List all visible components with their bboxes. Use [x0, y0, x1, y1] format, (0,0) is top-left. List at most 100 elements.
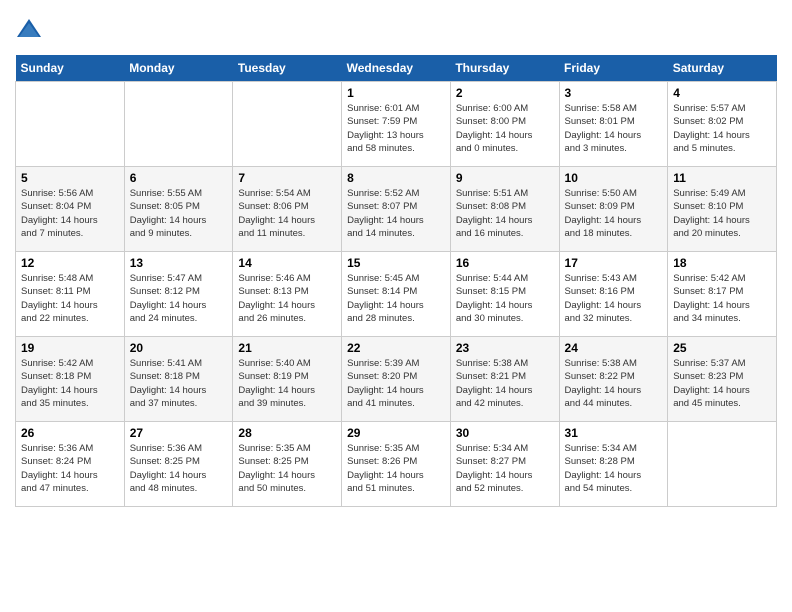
day-number: 26 — [21, 426, 119, 440]
day-number: 19 — [21, 341, 119, 355]
calendar-cell: 9 Sunrise: 5:51 AMSunset: 8:08 PMDaylight… — [450, 167, 559, 252]
day-number: 20 — [130, 341, 228, 355]
calendar-cell — [233, 82, 342, 167]
day-number: 8 — [347, 171, 445, 185]
calendar-cell: 13 Sunrise: 5:47 AMSunset: 8:12 PMDayligh… — [124, 252, 233, 337]
calendar-cell: 22Sunrise: 5:39 AMSunset: 8:20 PMDayligh… — [342, 337, 451, 422]
week-row-4: 19 Sunrise: 5:42 AMSunset: 8:18 PMDayligh… — [16, 337, 777, 422]
day-number: 28 — [238, 426, 336, 440]
day-number: 11 — [673, 171, 771, 185]
day-number: 6 — [130, 171, 228, 185]
calendar-cell: 30Sunrise: 5:34 AMSunset: 8:27 PMDayligh… — [450, 422, 559, 507]
day-number: 12 — [21, 256, 119, 270]
calendar-cell: 2 Sunrise: 6:00 AMSunset: 8:00 PMDaylight… — [450, 82, 559, 167]
calendar-cell: 14 Sunrise: 5:46 AMSunset: 8:13 PMDayligh… — [233, 252, 342, 337]
day-info: Sunrise: 5:35 AMSunset: 8:25 PMDaylight:… — [238, 442, 336, 495]
day-number: 5 — [21, 171, 119, 185]
day-info: Sunrise: 5:54 AMSunset: 8:06 PMDaylight:… — [238, 187, 336, 240]
calendar-cell: 27 Sunrise: 5:36 AMSunset: 8:25 PMDayligh… — [124, 422, 233, 507]
day-number: 4 — [673, 86, 771, 100]
day-info: Sunrise: 5:42 AMSunset: 8:18 PMDaylight:… — [21, 357, 119, 410]
day-number: 16 — [456, 256, 554, 270]
weekday-header-thursday: Thursday — [450, 55, 559, 82]
calendar-cell: 29 Sunrise: 5:35 AMSunset: 8:26 PMDayligh… — [342, 422, 451, 507]
week-row-5: 26 Sunrise: 5:36 AMSunset: 8:24 PMDayligh… — [16, 422, 777, 507]
day-number: 13 — [130, 256, 228, 270]
day-info: Sunrise: 5:36 AMSunset: 8:25 PMDaylight:… — [130, 442, 228, 495]
calendar-cell: 28 Sunrise: 5:35 AMSunset: 8:25 PMDayligh… — [233, 422, 342, 507]
day-info: Sunrise: 5:52 AMSunset: 8:07 PMDaylight:… — [347, 187, 445, 240]
calendar-cell: 11Sunrise: 5:49 AMSunset: 8:10 PMDayligh… — [668, 167, 777, 252]
day-info: Sunrise: 5:36 AMSunset: 8:24 PMDaylight:… — [21, 442, 119, 495]
calendar-cell: 10Sunrise: 5:50 AMSunset: 8:09 PMDayligh… — [559, 167, 668, 252]
day-info: Sunrise: 5:56 AMSunset: 8:04 PMDaylight:… — [21, 187, 119, 240]
logo — [15, 15, 47, 43]
day-number: 1 — [347, 86, 445, 100]
header — [15, 15, 777, 43]
day-info: Sunrise: 5:34 AMSunset: 8:27 PMDaylight:… — [456, 442, 554, 495]
day-number: 29 — [347, 426, 445, 440]
day-info: Sunrise: 5:41 AMSunset: 8:18 PMDaylight:… — [130, 357, 228, 410]
day-info: Sunrise: 5:43 AMSunset: 8:16 PMDaylight:… — [565, 272, 663, 325]
calendar-cell: 3 Sunrise: 5:58 AMSunset: 8:01 PMDaylight… — [559, 82, 668, 167]
day-info: Sunrise: 5:48 AMSunset: 8:11 PMDaylight:… — [21, 272, 119, 325]
calendar-cell: 20 Sunrise: 5:41 AMSunset: 8:18 PMDayligh… — [124, 337, 233, 422]
day-info: Sunrise: 6:01 AMSunset: 7:59 PMDaylight:… — [347, 102, 445, 155]
weekday-header-friday: Friday — [559, 55, 668, 82]
day-number: 27 — [130, 426, 228, 440]
day-info: Sunrise: 6:00 AMSunset: 8:00 PMDaylight:… — [456, 102, 554, 155]
calendar-cell: 17Sunrise: 5:43 AMSunset: 8:16 PMDayligh… — [559, 252, 668, 337]
calendar-cell: 31 Sunrise: 5:34 AMSunset: 8:28 PMDayligh… — [559, 422, 668, 507]
day-info: Sunrise: 5:37 AMSunset: 8:23 PMDaylight:… — [673, 357, 771, 410]
day-info: Sunrise: 5:44 AMSunset: 8:15 PMDaylight:… — [456, 272, 554, 325]
day-info: Sunrise: 5:46 AMSunset: 8:13 PMDaylight:… — [238, 272, 336, 325]
weekday-header-wednesday: Wednesday — [342, 55, 451, 82]
day-number: 2 — [456, 86, 554, 100]
calendar-cell: 26 Sunrise: 5:36 AMSunset: 8:24 PMDayligh… — [16, 422, 125, 507]
weekday-header-monday: Monday — [124, 55, 233, 82]
day-number: 14 — [238, 256, 336, 270]
day-info: Sunrise: 5:40 AMSunset: 8:19 PMDaylight:… — [238, 357, 336, 410]
day-info: Sunrise: 5:58 AMSunset: 8:01 PMDaylight:… — [565, 102, 663, 155]
calendar-cell: 8 Sunrise: 5:52 AMSunset: 8:07 PMDaylight… — [342, 167, 451, 252]
calendar-cell: 4Sunrise: 5:57 AMSunset: 8:02 PMDaylight… — [668, 82, 777, 167]
day-number: 3 — [565, 86, 663, 100]
day-info: Sunrise: 5:34 AMSunset: 8:28 PMDaylight:… — [565, 442, 663, 495]
calendar-cell: 1 Sunrise: 6:01 AMSunset: 7:59 PMDaylight… — [342, 82, 451, 167]
day-number: 25 — [673, 341, 771, 355]
weekday-header-sunday: Sunday — [16, 55, 125, 82]
day-number: 9 — [456, 171, 554, 185]
day-number: 23 — [456, 341, 554, 355]
weekday-header-tuesday: Tuesday — [233, 55, 342, 82]
week-row-2: 5 Sunrise: 5:56 AMSunset: 8:04 PMDaylight… — [16, 167, 777, 252]
calendar-cell: 16 Sunrise: 5:44 AMSunset: 8:15 PMDayligh… — [450, 252, 559, 337]
week-row-1: 1 Sunrise: 6:01 AMSunset: 7:59 PMDaylight… — [16, 82, 777, 167]
calendar-cell: 23 Sunrise: 5:38 AMSunset: 8:21 PMDayligh… — [450, 337, 559, 422]
calendar-cell: 21Sunrise: 5:40 AMSunset: 8:19 PMDayligh… — [233, 337, 342, 422]
logo-icon — [15, 15, 43, 43]
calendar-cell: 5 Sunrise: 5:56 AMSunset: 8:04 PMDaylight… — [16, 167, 125, 252]
calendar-table: SundayMondayTuesdayWednesdayThursdayFrid… — [15, 55, 777, 507]
day-info: Sunrise: 5:39 AMSunset: 8:20 PMDaylight:… — [347, 357, 445, 410]
day-info: Sunrise: 5:55 AMSunset: 8:05 PMDaylight:… — [130, 187, 228, 240]
calendar-cell: 25 Sunrise: 5:37 AMSunset: 8:23 PMDayligh… — [668, 337, 777, 422]
day-info: Sunrise: 5:35 AMSunset: 8:26 PMDaylight:… — [347, 442, 445, 495]
day-info: Sunrise: 5:38 AMSunset: 8:22 PMDaylight:… — [565, 357, 663, 410]
day-number: 18 — [673, 256, 771, 270]
day-info: Sunrise: 5:38 AMSunset: 8:21 PMDaylight:… — [456, 357, 554, 410]
calendar-cell: 6 Sunrise: 5:55 AMSunset: 8:05 PMDaylight… — [124, 167, 233, 252]
calendar-cell: 15 Sunrise: 5:45 AMSunset: 8:14 PMDayligh… — [342, 252, 451, 337]
calendar-cell: 19 Sunrise: 5:42 AMSunset: 8:18 PMDayligh… — [16, 337, 125, 422]
calendar-cell: 18 Sunrise: 5:42 AMSunset: 8:17 PMDayligh… — [668, 252, 777, 337]
day-info: Sunrise: 5:42 AMSunset: 8:17 PMDaylight:… — [673, 272, 771, 325]
page: SundayMondayTuesdayWednesdayThursdayFrid… — [0, 0, 792, 517]
weekday-header-saturday: Saturday — [668, 55, 777, 82]
day-number: 24 — [565, 341, 663, 355]
day-number: 10 — [565, 171, 663, 185]
day-number: 31 — [565, 426, 663, 440]
day-info: Sunrise: 5:47 AMSunset: 8:12 PMDaylight:… — [130, 272, 228, 325]
day-info: Sunrise: 5:51 AMSunset: 8:08 PMDaylight:… — [456, 187, 554, 240]
day-number: 15 — [347, 256, 445, 270]
day-number: 7 — [238, 171, 336, 185]
day-info: Sunrise: 5:45 AMSunset: 8:14 PMDaylight:… — [347, 272, 445, 325]
